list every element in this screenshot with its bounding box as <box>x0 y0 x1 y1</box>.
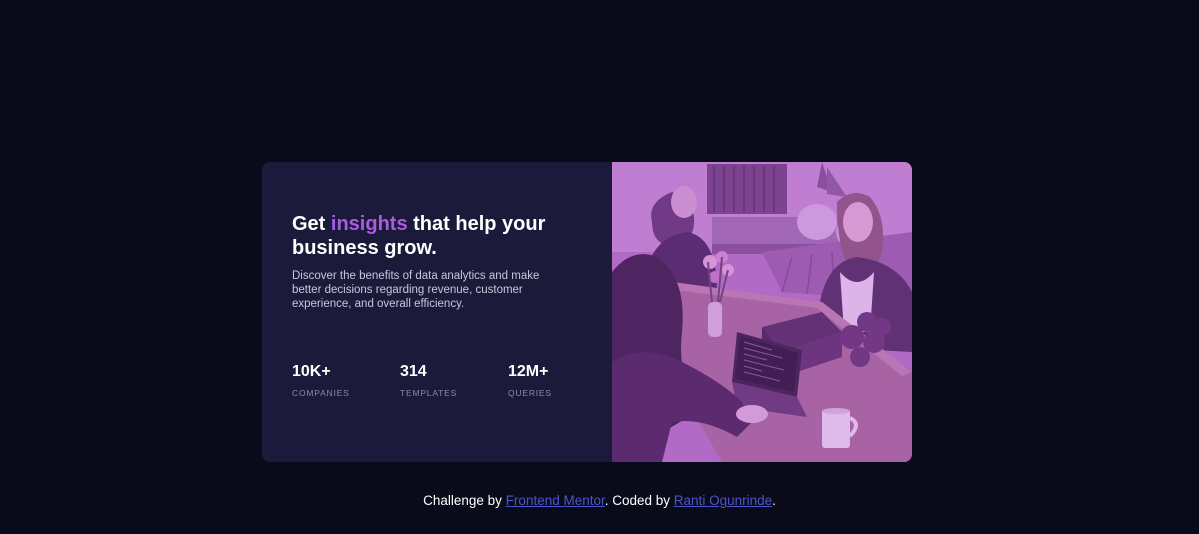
attribution-suffix: . <box>772 493 776 508</box>
stat-label: QUERIES <box>508 388 552 398</box>
card-description: Discover the benefits of data analytics … <box>292 270 540 310</box>
stat-label: COMPANIES <box>292 388 350 398</box>
stat-value: 12M+ <box>508 363 549 380</box>
heading-accent: insights <box>330 213 408 235</box>
stats-card: Get insights that help your business gro… <box>262 162 912 462</box>
attribution-prefix: Challenge by <box>423 493 506 508</box>
stat-value: 314 <box>400 363 427 380</box>
stat-label: TEMPLATES <box>400 388 458 398</box>
stat-templates: 314 TEMPLATES <box>400 363 508 398</box>
heading-prefix: Get <box>292 213 331 235</box>
author-link[interactable]: Ranti Ogunrinde <box>674 493 772 508</box>
stats-row: 10K+ COMPANIES 314 TEMPLATES 12M+ QUERIE… <box>292 363 616 398</box>
card-content: Get insights that help your business gro… <box>262 162 612 462</box>
office-photo-illustration <box>612 162 912 462</box>
stat-queries: 12M+ QUERIES <box>508 363 616 398</box>
frontend-mentor-link[interactable]: Frontend Mentor <box>506 493 605 508</box>
attribution: Challenge by Frontend Mentor. Coded by R… <box>0 492 1199 509</box>
attribution-middle: . Coded by <box>604 493 674 508</box>
stat-value: 10K+ <box>292 363 331 380</box>
card-heading: Get insights that help your business gro… <box>292 212 552 260</box>
stat-companies: 10K+ COMPANIES <box>292 363 400 398</box>
header-image <box>612 162 912 462</box>
